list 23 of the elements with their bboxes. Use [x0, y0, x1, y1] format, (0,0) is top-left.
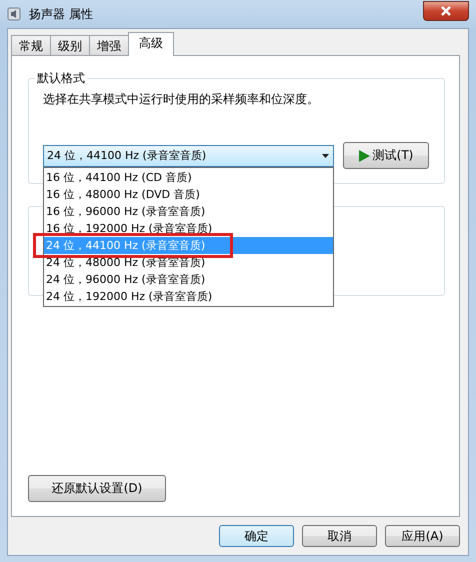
dialog-button[interactable]: 取消: [302, 525, 377, 547]
dropdown-option[interactable]: 16 位，96000 Hz (录音室音质): [44, 202, 333, 220]
tab[interactable]: 常规: [11, 35, 51, 56]
dialog-button[interactable]: 应用(A): [385, 525, 460, 547]
close-button[interactable]: [423, 1, 469, 21]
dropdown-option[interactable]: 24 位，96000 Hz (录音室音质): [44, 270, 333, 288]
window-title: 扬声器 属性: [29, 6, 94, 22]
dialog-button[interactable]: 确定: [219, 525, 294, 547]
format-dropdown[interactable]: 24 位，44100 Hz (录音室音质): [43, 144, 334, 166]
dropdown-option[interactable]: 24 位，192000 Hz (录音室音质): [44, 288, 333, 304]
group-title: 默认格式: [36, 70, 86, 87]
tab[interactable]: 级别: [50, 35, 90, 56]
close-icon: [440, 6, 452, 16]
dropdown-option[interactable]: 16 位，48000 Hz (DVD 音质): [44, 186, 333, 202]
test-button[interactable]: 测试(T): [343, 142, 429, 169]
caret-icon: [322, 154, 329, 158]
description-text: 选择在共享模式中运行时使用的采样频率和位深度。: [43, 91, 320, 108]
speaker-icon: [7, 7, 21, 21]
tab[interactable]: 高级: [128, 32, 174, 56]
tab[interactable]: 增强: [89, 35, 129, 56]
play-icon: [358, 150, 370, 162]
restore-defaults-button[interactable]: 还原默认设置(D): [28, 475, 166, 502]
dropdown-option[interactable]: 16 位，44100 Hz (CD 音质): [44, 168, 333, 186]
